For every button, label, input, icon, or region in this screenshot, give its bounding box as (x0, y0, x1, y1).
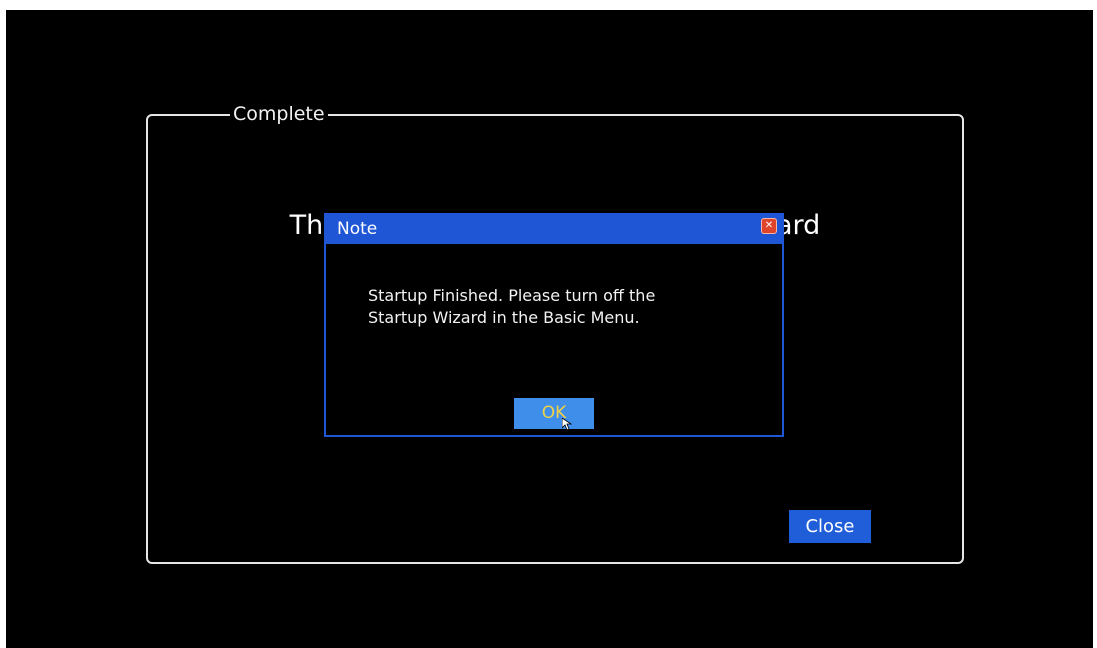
dialog-message-line: Startup Wizard in the Basic Menu. (368, 308, 640, 327)
mouse-pointer-icon (562, 418, 572, 430)
dialog-title: Note (337, 219, 378, 239)
close-icon[interactable]: ✕ (761, 218, 777, 234)
dialog-message-line: Startup Finished. Please turn off the (368, 286, 656, 305)
screen: Complete Thank you for using the Startup… (6, 10, 1093, 648)
close-button[interactable]: Close (789, 510, 871, 543)
group-title: Complete (230, 102, 328, 126)
dialog-message: Startup Finished. Please turn off the St… (368, 285, 768, 329)
note-dialog: Note ✕ Startup Finished. Please turn off… (324, 213, 784, 437)
ok-button[interactable]: OK (514, 398, 594, 430)
dialog-titlebar: Note ✕ (326, 215, 782, 244)
